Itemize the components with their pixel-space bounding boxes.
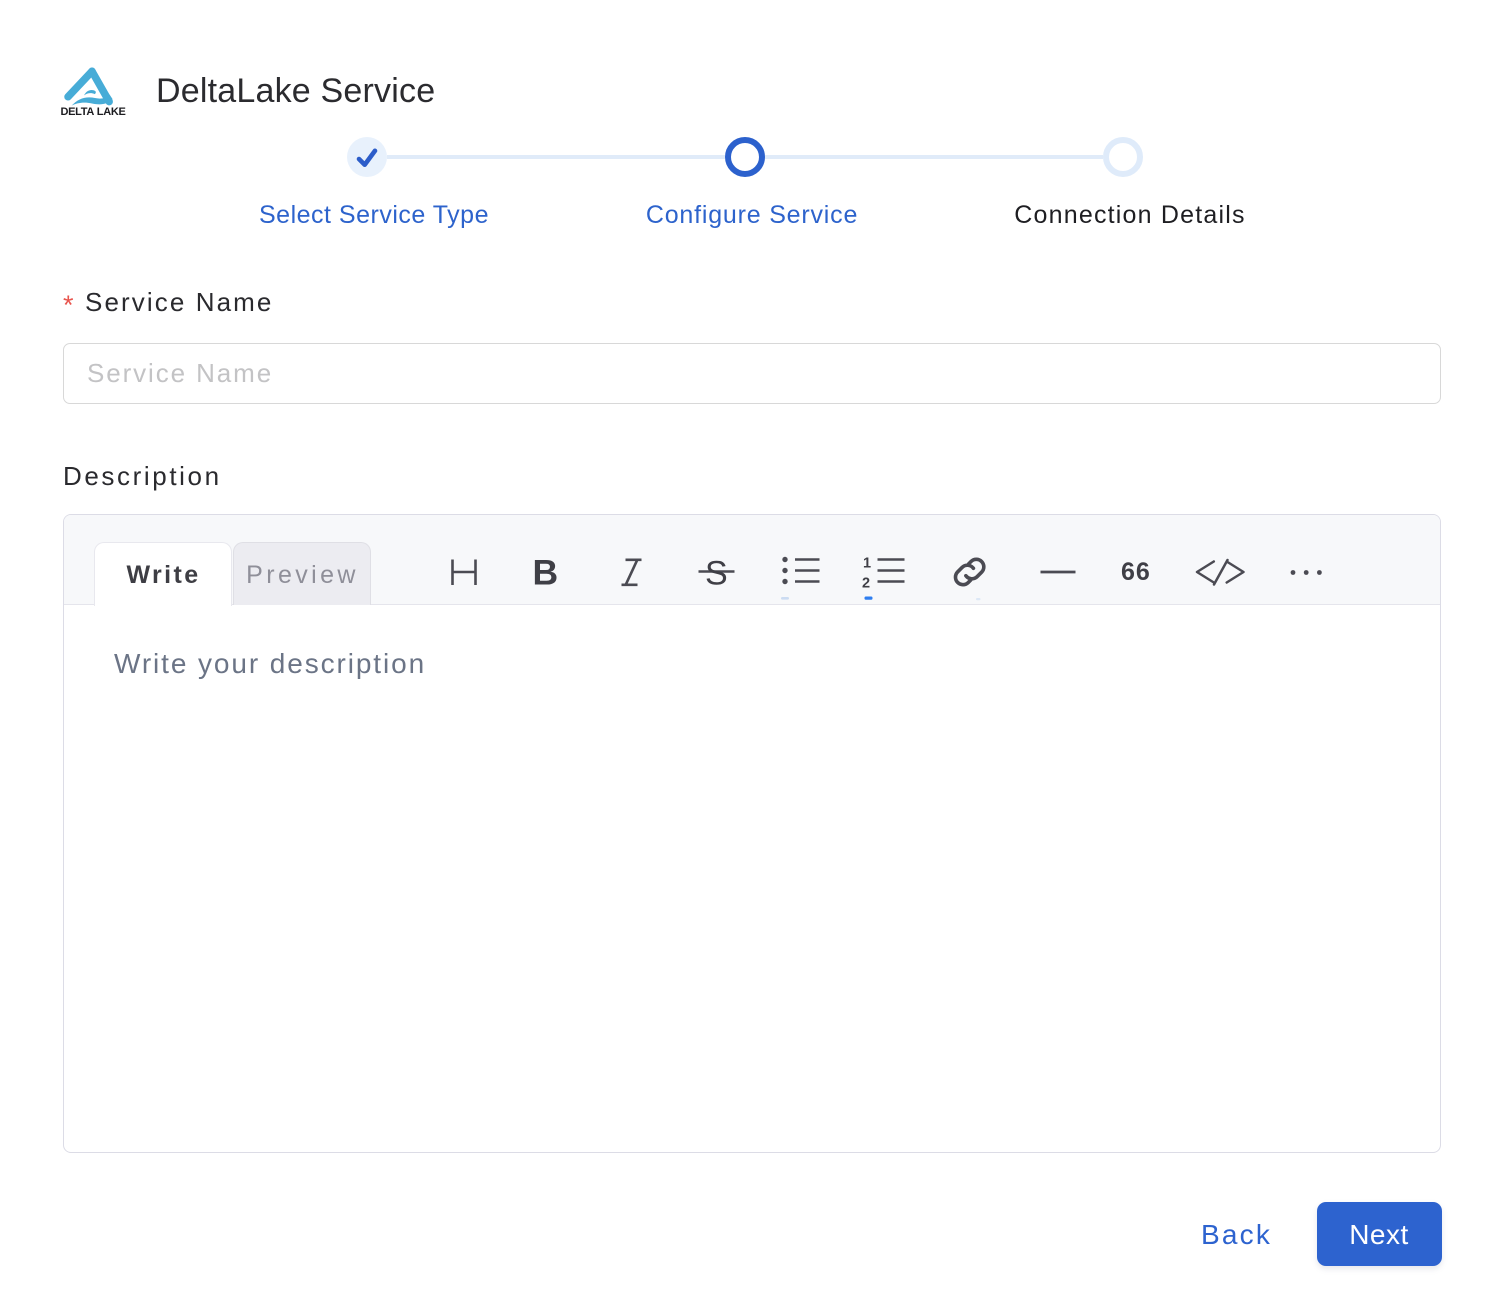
svg-text:S: S (705, 555, 728, 593)
svg-text:2: 2 (862, 576, 870, 592)
svg-text:1: 1 (863, 556, 871, 572)
svg-text:B: B (533, 553, 559, 593)
svg-text:66: 66 (1121, 558, 1151, 586)
